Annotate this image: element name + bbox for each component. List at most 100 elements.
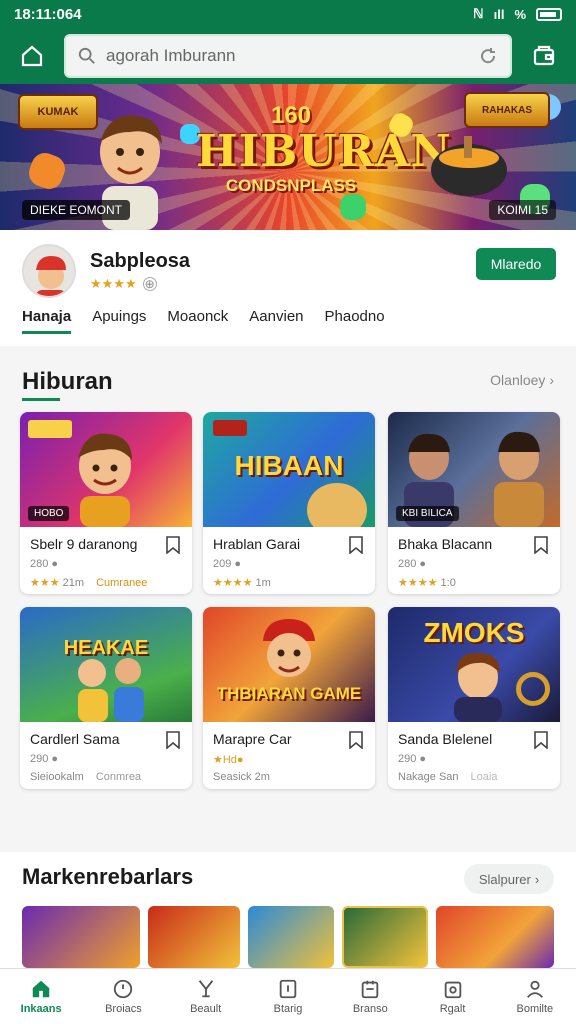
game-info: Seasick 2m (213, 771, 270, 783)
game-rating: ★★★★ 1m (213, 576, 271, 589)
tab-1[interactable]: Apuings (92, 308, 146, 334)
mini-game-thumbnail[interactable] (248, 906, 334, 968)
nav-item-home[interactable]: Inkaans (0, 969, 82, 1024)
gift-icon (444, 981, 461, 999)
game-card[interactable]: HIBAAN Hrablan Garai 209 ● ★★★★ 1m (203, 412, 375, 594)
home-icon[interactable] (12, 36, 52, 76)
game-meta: 290 ● (398, 753, 427, 765)
section-title: Hiburan (22, 368, 113, 395)
star-rating: ★★★★ (398, 577, 438, 589)
banner-caption-left: DIEKE EOMONT (22, 200, 131, 220)
vibrate-icon: ℕ (473, 6, 484, 21)
see-all-label: Olanloey (490, 372, 546, 388)
nav-label: Branso (352, 1003, 388, 1015)
hero-banner[interactable]: KUMAK RAHAKAS 160 HIBURAN CONDSNPLASS DI… (0, 84, 576, 230)
hiburan-section: Hiburan Olanloey › HOBO Sbelr 9 daranong… (0, 352, 576, 846)
nav-item-gift[interactable]: Rgalt (411, 969, 493, 1024)
game-rating: Sieiookalm Conmrea (30, 771, 141, 783)
nav-item-profile[interactable]: Bomilte (494, 969, 576, 1024)
gamepad-icon (362, 980, 379, 999)
game-thumbnail: ZMOKS (388, 607, 560, 722)
avatar[interactable] (22, 244, 76, 298)
status-bar: 18:11:064 ℕ ıll % (0, 0, 576, 28)
cookie-decoration (307, 483, 367, 527)
profile-rating: ★★★★ ⊕ (90, 276, 157, 292)
game-meta: 280 ● (30, 558, 59, 570)
game-category: Cumranee (96, 577, 148, 589)
marketplace-section: Markenrebarlars Slalpurer › (0, 852, 576, 968)
status-icons: ℕ ıll % (473, 6, 562, 22)
game-rating: ★★★★ 1:0 (398, 576, 456, 589)
game-name: Marapre Car (213, 731, 292, 747)
mini-game-thumbnail[interactable] (22, 906, 140, 968)
profile-name: Sabpleosa (90, 250, 191, 272)
game-name: Sbelr 9 daranong (30, 536, 138, 552)
network-icon: % (514, 6, 526, 22)
bottom-nav: Inkaans Broiacs Beault Btarig Branso Rga… (0, 968, 576, 1024)
game-category: Conmrea (95, 771, 142, 783)
thumbnail-tag: HOBO (28, 506, 70, 521)
battery-icon (536, 7, 562, 21)
bookmark-icon[interactable] (349, 536, 363, 554)
mini-game-thumbnail[interactable] (436, 906, 554, 968)
nav-item-gamepad[interactable]: Branso (329, 969, 411, 1024)
game-card[interactable]: HOBO Sbelr 9 daranong 280 ● ★★★ 21m Cumra… (20, 412, 192, 594)
bookmark-icon[interactable] (534, 731, 548, 749)
nav-item-trophy[interactable]: Beault (165, 969, 247, 1024)
game-thumbnail: KBI BILICA (388, 412, 560, 527)
bookmark-icon[interactable] (534, 536, 548, 554)
mini-game-thumbnail[interactable] (342, 906, 428, 968)
ring-decoration (516, 672, 550, 706)
search-value: agorah Imburann (106, 46, 236, 65)
tab-4[interactable]: Phaodno (325, 308, 385, 334)
nav-item-clock[interactable]: Broiacs (82, 969, 164, 1024)
nav-item-info[interactable]: Btarig (247, 969, 329, 1024)
game-name: Hrablan Garai (213, 536, 301, 552)
tab-2[interactable]: Moaonck (167, 308, 228, 334)
nav-label: Beault (190, 1003, 222, 1015)
game-rating: Seasick 2m (213, 771, 270, 783)
nav-label: Rgalt (439, 1003, 466, 1015)
game-meta: ★Hd● (213, 754, 244, 766)
see-all-link[interactable]: Olanloey › (490, 372, 554, 388)
game-info: Nakage San (398, 771, 459, 783)
explore-button[interactable]: Slalpurer › (464, 864, 554, 894)
bookmark-icon[interactable] (166, 536, 180, 554)
game-rating: ★★★ 21m Cumranee (30, 576, 147, 589)
tab-0[interactable]: Hanaja (22, 308, 72, 334)
nav-label: Btarig (273, 1003, 303, 1015)
bookmark-icon[interactable] (166, 731, 180, 749)
game-name: Bhaka Blacann (398, 536, 493, 552)
thumbnail-label: ZMOKS (423, 617, 525, 648)
wallet-icon[interactable] (524, 36, 564, 76)
profile-section: Sabpleosa ★★★★ ⊕ Mlaredo Hanaja Apuings … (0, 230, 576, 346)
follow-button[interactable]: Mlaredo (476, 248, 556, 280)
cauldron-illustration (431, 136, 507, 196)
banner-title: HIBURAN (196, 126, 452, 177)
tab-3[interactable]: Aanvien (249, 308, 303, 334)
section-title: Markenrebarlars (22, 864, 194, 889)
game-info: Sieiookalm (30, 771, 84, 783)
refresh-icon[interactable] (478, 46, 498, 66)
mini-game-thumbnail[interactable] (148, 906, 240, 968)
thumbnail-label: THBIARAN GAME (216, 684, 362, 703)
thumbnail-tag: KBI BILICA (396, 506, 459, 521)
game-card[interactable]: KBI BILICA Bhaka Blacann 280 ● ★★★★ 1:0 (388, 412, 560, 594)
game-name: Sanda Blelenel (398, 731, 493, 747)
status-time: 18:11:064 (14, 5, 82, 23)
profile-tabs: Hanaja Apuings Moaonck Aanvien Phaodno (22, 308, 385, 334)
top-bar: agorah Imburann (0, 28, 576, 84)
game-meta: 280 ● (398, 558, 427, 570)
user-icon (526, 980, 543, 998)
star-rating: ★★★★ (213, 577, 253, 589)
game-card[interactable]: THBIARAN GAME Marapre Car ★Hd● Seasick 2… (203, 607, 375, 789)
trophy-icon (198, 980, 213, 998)
candy-decoration (340, 194, 366, 220)
game-card[interactable]: HEAKAE Cardlerl Sama 290 ● Sieiookalm Con… (20, 607, 192, 789)
game-thumbnail: HOBO (20, 412, 192, 527)
bookmark-icon[interactable] (349, 731, 363, 749)
game-card[interactable]: ZMOKS Sanda Blelenel 290 ● Nakage San Loa… (388, 607, 560, 789)
game-thumbnail: HEAKAE (20, 607, 192, 722)
search-input[interactable]: agorah Imburann (64, 34, 512, 78)
explore-label: Slalpurer (478, 871, 531, 887)
